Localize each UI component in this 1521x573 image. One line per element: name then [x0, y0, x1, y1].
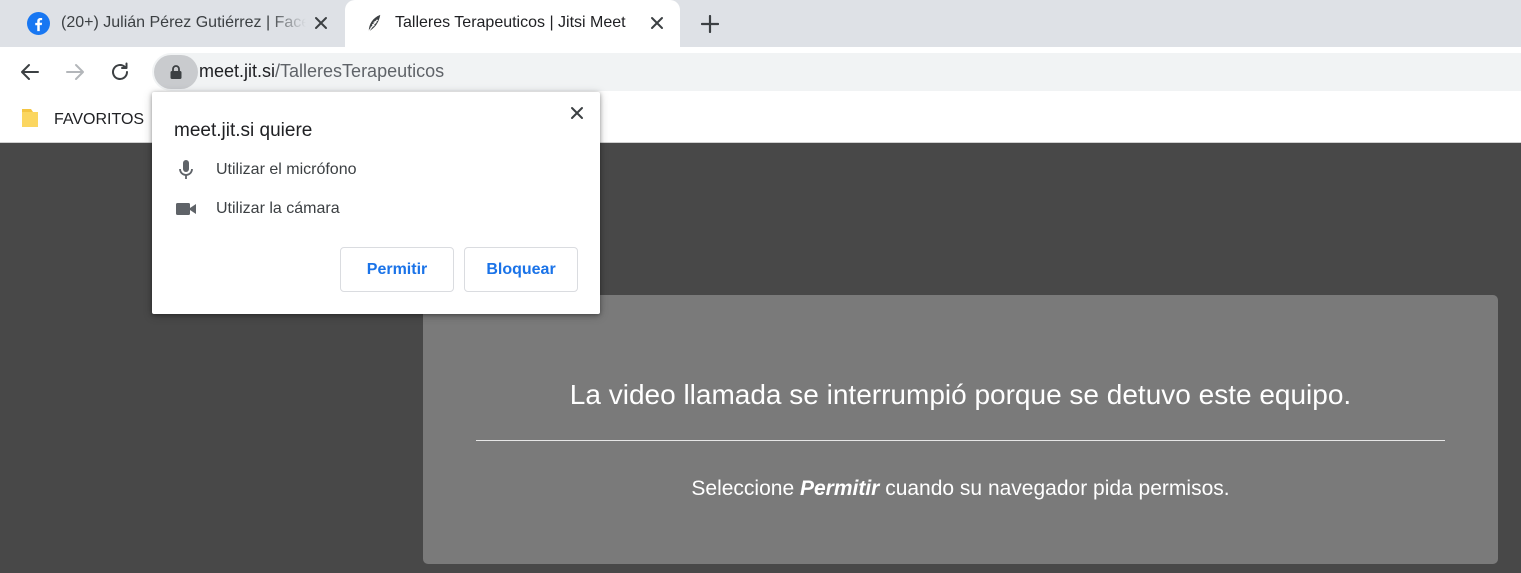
- tab-jitsi[interactable]: Talleres Terapeuticos | Jitsi Meet: [345, 0, 680, 47]
- notice-hint: Seleccione Permitir cuando su navegador …: [423, 477, 1498, 501]
- back-arrow-icon[interactable]: [17, 59, 43, 85]
- camera-icon: [174, 197, 198, 221]
- url-text: meet.jit.si/TalleresTerapeuticos: [199, 61, 444, 82]
- facebook-icon: [27, 12, 50, 35]
- url-domain: meet.jit.si: [199, 61, 276, 81]
- address-bar[interactable]: meet.jit.si/TalleresTerapeuticos: [152, 53, 1521, 91]
- forward-arrow-icon[interactable]: [62, 59, 88, 85]
- microphone-icon: [174, 158, 198, 182]
- popup-title: meet.jit.si quiere: [174, 120, 313, 141]
- hint-before: Seleccione: [691, 477, 800, 500]
- hint-emphasis: Permitir: [799, 477, 880, 500]
- permission-notice-card: La video llamada se interrumpió porque s…: [423, 295, 1498, 564]
- allow-button[interactable]: Permitir: [340, 247, 454, 292]
- folder-icon: [20, 107, 40, 134]
- reload-icon[interactable]: [107, 59, 133, 85]
- block-button[interactable]: Bloquear: [464, 247, 578, 292]
- permission-microphone: Utilizar el micrófono: [174, 158, 356, 182]
- permission-popup: meet.jit.si quiere Utilizar el micrófono…: [152, 92, 600, 314]
- divider: [476, 440, 1445, 441]
- notice-headline: La video llamada se interrumpió porque s…: [569, 379, 1352, 410]
- tab-strip: (20+) Julián Pérez Gutiérrez | Facebook …: [0, 0, 1521, 47]
- lock-icon[interactable]: [154, 55, 198, 89]
- close-tab-icon[interactable]: [646, 12, 668, 34]
- permission-label: Utilizar el micrófono: [216, 161, 357, 178]
- new-tab-icon[interactable]: [698, 12, 722, 36]
- browser-toolbar: meet.jit.si/TalleresTerapeuticos: [0, 47, 1521, 97]
- permission-label: Utilizar la cámara: [216, 200, 340, 217]
- jitsi-icon: [363, 12, 386, 35]
- close-popup-icon[interactable]: [566, 102, 588, 124]
- close-tab-icon[interactable]: [310, 12, 332, 34]
- tab-title: (20+) Julián Pérez Gutiérrez | Facebook: [61, 14, 306, 31]
- bookmark-folder-favoritos[interactable]: FAVORITOS: [20, 106, 144, 134]
- tab-title: Talleres Terapeuticos | Jitsi Meet: [395, 14, 626, 31]
- bookmark-label: FAVORITOS: [54, 111, 145, 128]
- url-path: /TalleresTerapeuticos: [275, 61, 445, 81]
- tab-facebook[interactable]: (20+) Julián Pérez Gutiérrez | Facebook: [0, 0, 344, 47]
- permission-camera: Utilizar la cámara: [174, 197, 340, 221]
- hint-after: cuando su navegador pida permisos.: [879, 477, 1230, 500]
